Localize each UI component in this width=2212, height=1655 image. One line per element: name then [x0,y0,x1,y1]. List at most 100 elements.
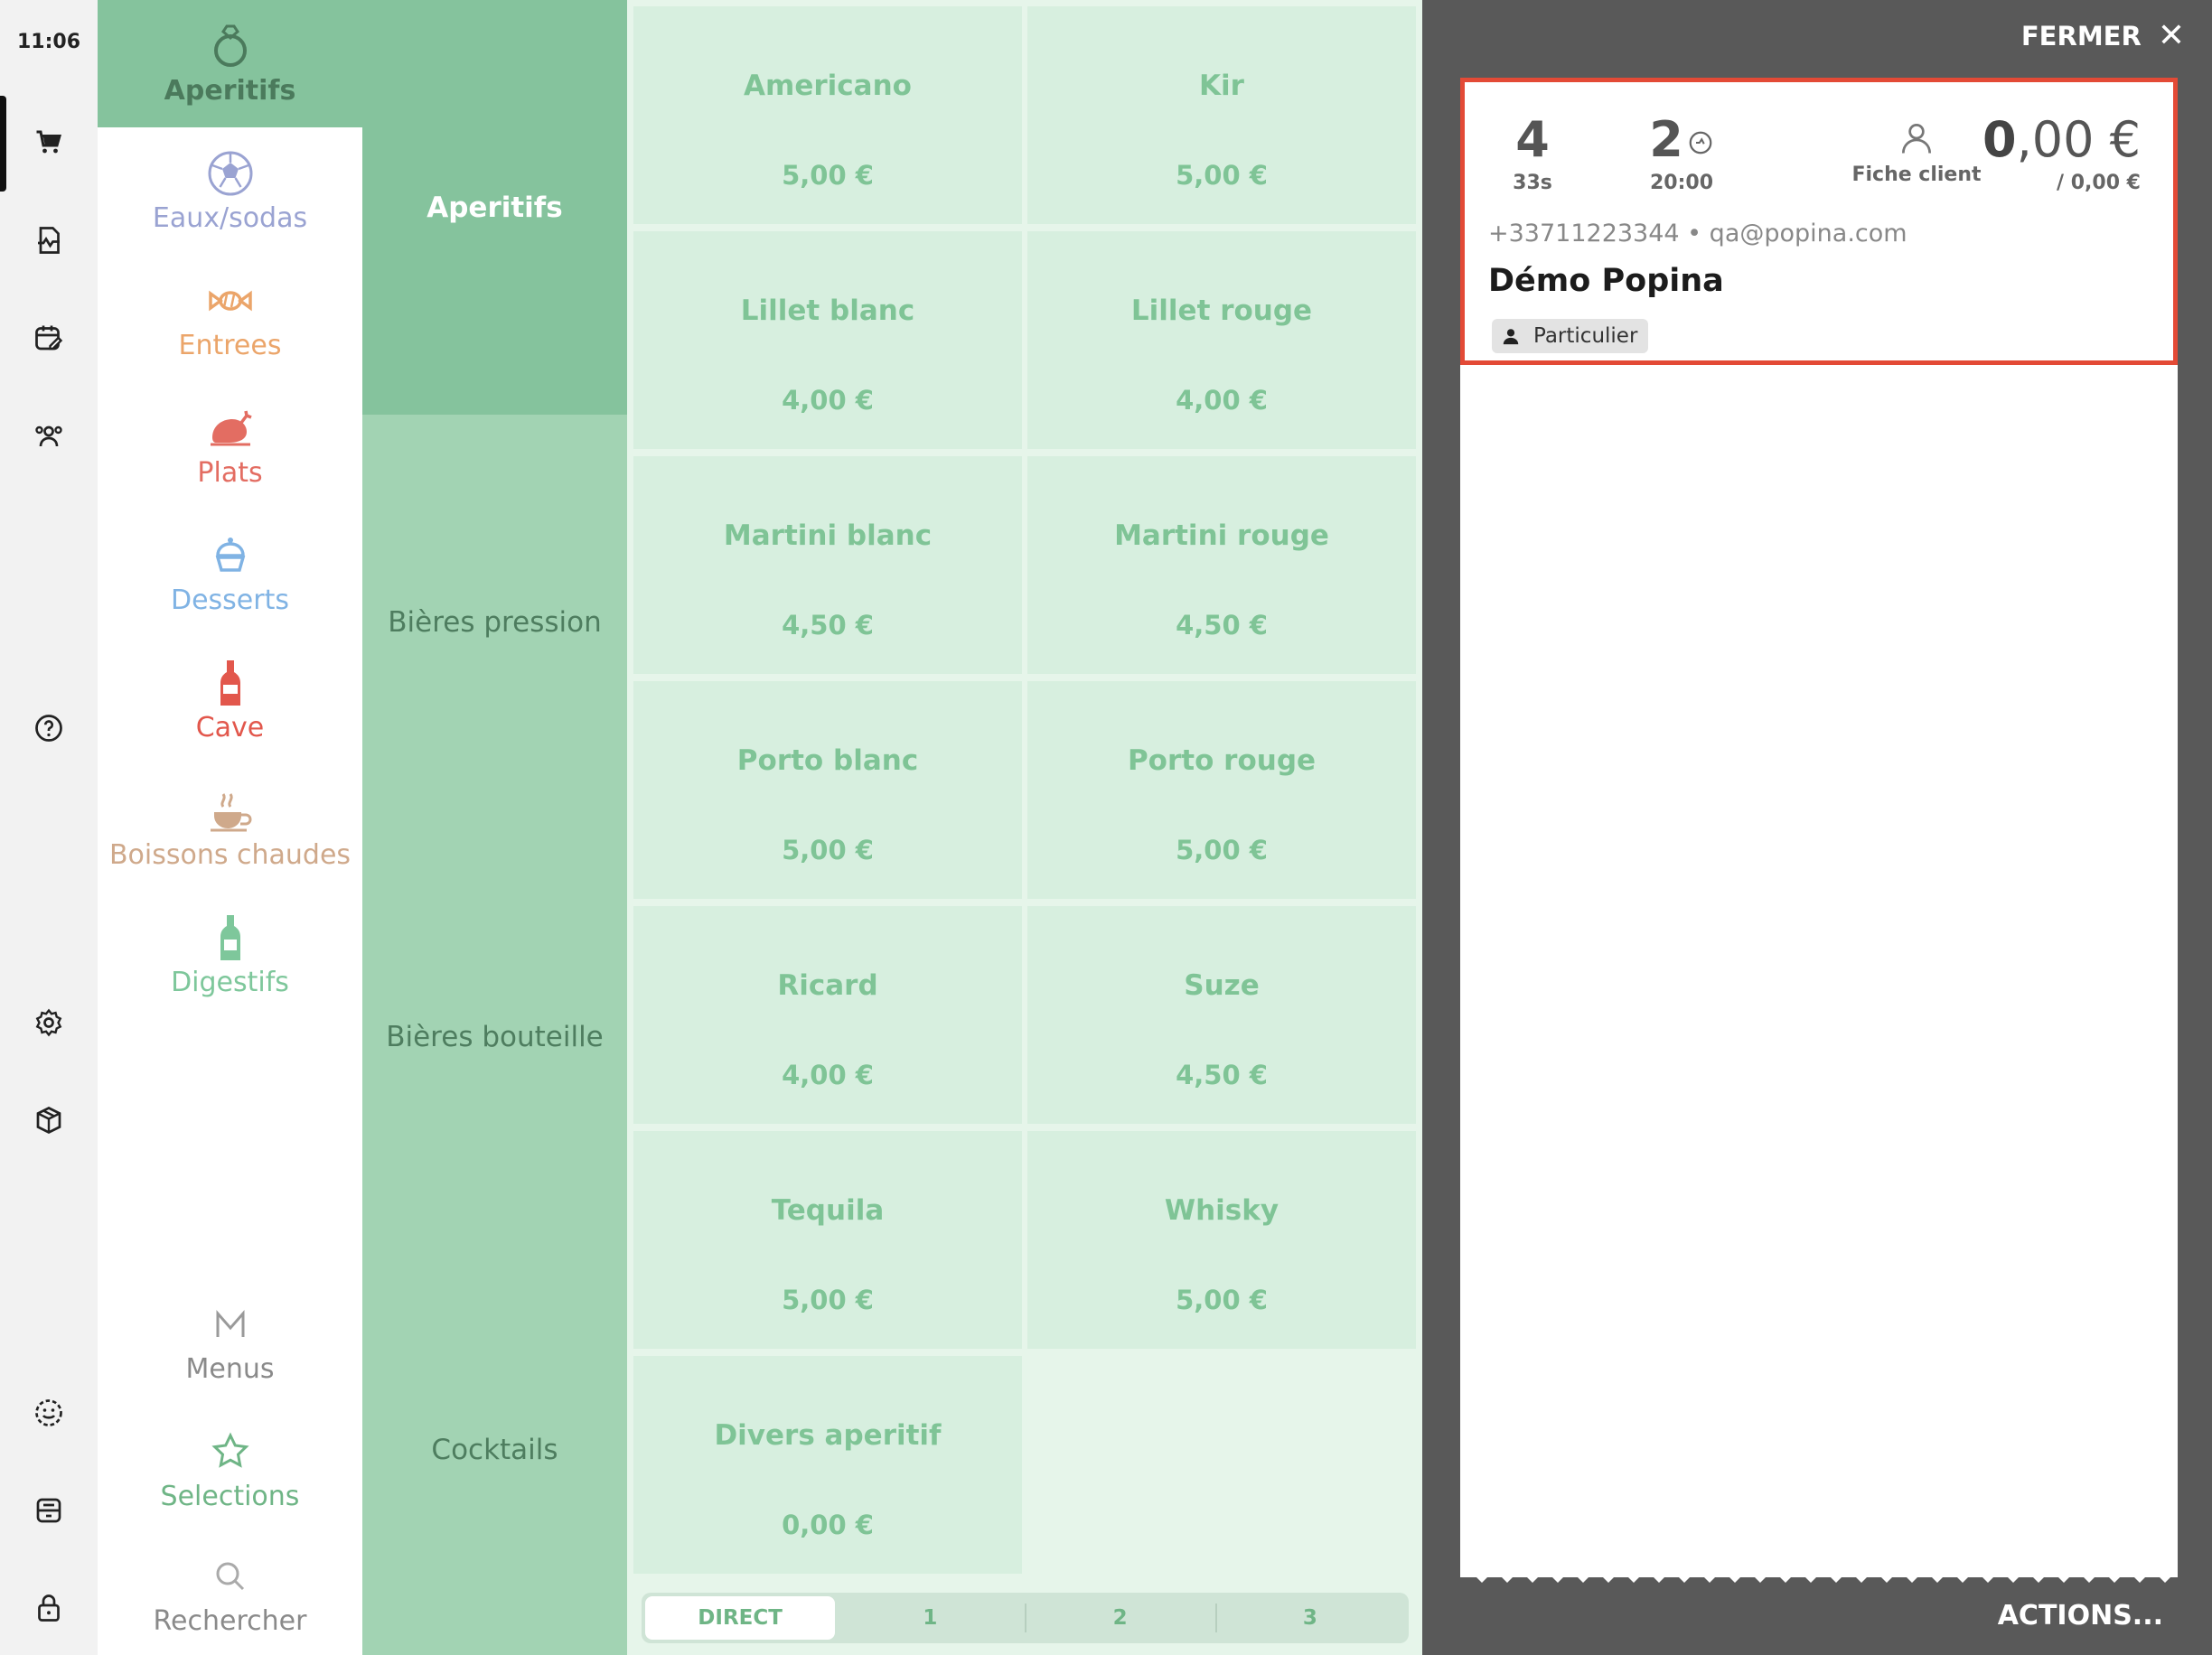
user-icon [1901,123,1932,154]
smiley-icon [35,1399,62,1426]
left-rail: 11:06 [0,0,98,1655]
customer-card-button[interactable]: Fiche client [1844,118,1989,186]
menu-m-icon [216,1310,244,1337]
category-cocktails[interactable]: Cocktails [362,1244,627,1655]
product-tile[interactable]: Suze 4,50 € [1027,906,1416,1124]
candy-icon [208,290,252,312]
product-tile[interactable]: Tequila 5,00 € [633,1131,1022,1349]
extra-label: Selections [160,1481,300,1512]
product-name: Suze [1184,969,1260,1002]
product-tile[interactable]: Americano 5,00 € [633,6,1022,224]
family-desserts[interactable]: Desserts [98,510,362,637]
product-grid: Americano 5,00 € Kir 5,00 € Lillet blanc… [627,0,1422,1655]
product-tile[interactable]: Porto rouge 5,00 € [1027,681,1416,899]
lock-icon [38,1594,60,1622]
product-tile[interactable]: Divers aperitif 0,00 € [633,1356,1022,1574]
family-label: Desserts [170,584,289,616]
actions-button[interactable]: ACTIONS... [1998,1600,2163,1632]
products-button[interactable] [22,1093,76,1147]
family-boissons-chaudes[interactable]: Boissons chaudes [98,764,362,892]
customer-card-label: Fiche client [1851,164,1982,186]
lock-button[interactable] [22,1581,76,1635]
cupcake-icon [215,538,245,572]
category-bieres-bouteille[interactable]: Bières bouteille [362,829,627,1244]
bookings-button[interactable] [22,311,76,365]
reports-button[interactable] [22,213,76,267]
product-price: 4,50 € [1176,1060,1268,1090]
liquor-bottle-icon [220,915,240,960]
search-button[interactable]: Rechercher [98,1533,362,1655]
receipt-chart-icon [38,227,60,254]
customers-button[interactable] [22,408,76,463]
clock-icon [1689,131,1712,154]
product-price: 5,00 € [1176,160,1268,191]
menus-button[interactable]: Menus [98,1278,362,1406]
customer-contact: +33711223344 • qa@popina.com [1488,220,1907,248]
ball-icon [208,151,252,196]
product-tile[interactable]: Lillet rouge 4,00 € [1027,231,1416,449]
total-integer: 0 [1982,111,2017,168]
family-list: Aperitifs Eaux/sodas Entrees Plats Desse… [98,0,362,1655]
service-value: 2 [1649,111,1683,168]
cart-button[interactable] [22,116,76,170]
product-name: Martini blanc [723,519,933,552]
family-eaux-sodas[interactable]: Eaux/sodas [98,127,362,255]
product-tile[interactable]: Whisky 5,00 € [1027,1131,1416,1349]
family-entrees[interactable]: Entrees [98,255,362,382]
ticket-header[interactable]: 4 33s 2 20:00 Fiche client 0,00 € / 0,00… [1460,78,2178,365]
family-label: Plats [197,457,263,489]
product-name: Divers aperitif [714,1419,942,1452]
feedback-button[interactable] [22,1386,76,1440]
family-aperitifs[interactable]: Aperitifs [98,0,362,127]
product-price: 4,00 € [782,385,874,416]
close-button[interactable]: FERMER ✕ [2021,20,2185,52]
product-name: Tequila [771,1194,885,1227]
settings-button[interactable] [22,996,76,1050]
product-tile[interactable]: Lillet blanc 4,00 € [633,231,1022,449]
tab-service-1[interactable]: 1 [835,1596,1025,1640]
product-tile[interactable]: Martini blanc 4,50 € [633,456,1022,674]
star-icon [211,1432,249,1468]
product-name: Lillet blanc [740,295,915,327]
covers-stat[interactable]: 4 33s [1492,113,1573,195]
service-stat[interactable]: 2 20:00 [1627,113,1736,195]
roast-chicken-icon [210,410,252,446]
close-label: FERMER [2020,21,2142,51]
users-icon [35,425,62,447]
extra-label: Menus [185,1353,275,1385]
help-button[interactable] [22,701,76,755]
search-icon [216,1562,244,1591]
ring-icon [213,24,247,67]
tab-service-3[interactable]: 3 [1215,1596,1405,1640]
product-price: 5,00 € [782,835,874,865]
family-cave[interactable]: Cave [98,637,362,764]
family-label: Eaux/sodas [152,202,308,234]
product-tile[interactable]: Martini rouge 4,50 € [1027,456,1416,674]
ticket: 4 33s 2 20:00 Fiche client 0,00 € / 0,00… [1460,78,2178,1577]
total-stat: 0,00 € / 0,00 € [1982,111,2141,195]
product-price: 5,00 € [782,160,874,191]
selections-button[interactable]: Selections [98,1406,362,1533]
service-time: 20:00 [1649,172,1714,195]
category-aperitifs[interactable]: Aperitifs [362,0,627,415]
cash-drawer-button[interactable] [22,1483,76,1538]
product-price: 5,00 € [1176,835,1268,865]
family-digestifs[interactable]: Digestifs [98,892,362,1019]
extra-label: Rechercher [153,1605,307,1637]
category-bieres-pression[interactable]: Bières pression [362,415,627,829]
tab-service-2[interactable]: 2 [1026,1596,1215,1640]
product-tile[interactable]: Kir 5,00 € [1027,6,1416,224]
product-price: 4,50 € [782,610,874,640]
tab-direct[interactable]: DIRECT [645,1596,836,1640]
service-number: 2 [1627,113,1736,166]
cart-icon [36,130,61,154]
product-tile[interactable]: Ricard 4,00 € [633,906,1022,1124]
order-panel: FERMER ✕ 4 33s 2 20:00 Fiche client 0,00… [1422,0,2212,1655]
product-tile[interactable]: Porto blanc 5,00 € [633,681,1022,899]
active-indicator [0,96,6,192]
product-name: Porto rouge [1127,744,1317,777]
product-name: Ricard [777,969,878,1002]
product-price: 5,00 € [782,1285,874,1315]
family-plats[interactable]: Plats [98,382,362,510]
product-name: Kir [1199,70,1244,102]
